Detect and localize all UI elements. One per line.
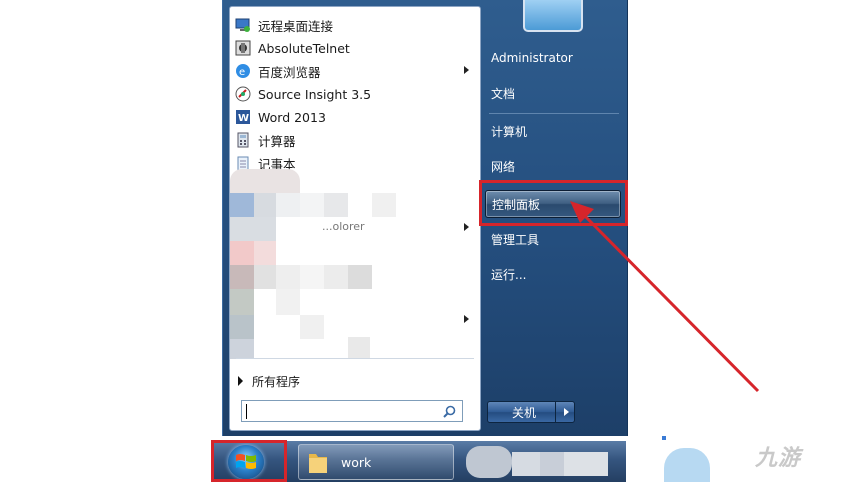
program-remote-desktop[interactable]: 远程桌面连接 — [232, 14, 476, 36]
submenu-arrow-icon[interactable] — [464, 66, 469, 74]
right-item-computer[interactable]: 计算机 — [491, 119, 621, 143]
separator — [489, 113, 619, 114]
annotation-arrow — [570, 201, 760, 393]
all-programs-button[interactable]: 所有程序 — [238, 371, 300, 391]
calculator-icon — [235, 132, 251, 148]
submenu-arrow-icon[interactable] — [464, 223, 469, 231]
source-insight-icon — [235, 86, 251, 102]
separator — [236, 358, 474, 359]
right-item-administrator[interactable]: Administrator — [491, 46, 621, 70]
folder-icon — [309, 454, 327, 473]
arrow-right-icon — [563, 408, 569, 416]
search-icon[interactable] — [443, 405, 456, 418]
decorative-dot — [662, 436, 666, 440]
search-input[interactable] — [241, 400, 463, 422]
word-icon: W — [235, 109, 251, 125]
right-item-network[interactable]: 网络 — [491, 154, 621, 178]
svg-text:W: W — [238, 113, 249, 124]
highlight-box — [211, 440, 287, 482]
program-baidu-browser[interactable]: e 百度浏览器 — [232, 60, 476, 82]
user-picture — [523, 0, 583, 32]
decorative-shape — [664, 448, 710, 482]
program-word-2013[interactable]: W Word 2013 — [232, 106, 476, 128]
program-calculator[interactable]: 计算器 — [232, 129, 476, 151]
taskbar-item-work[interactable]: work — [298, 444, 454, 480]
program-absolutetelnet[interactable]: AbsoluteTelnet — [232, 37, 476, 59]
text-caret — [246, 404, 247, 419]
watermark: 九游 — [755, 446, 802, 471]
svg-text:e: e — [239, 67, 245, 78]
remote-desktop-icon — [235, 17, 251, 33]
baidu-browser-icon: e — [235, 63, 251, 79]
programs-pane: 远程桌面连接 AbsoluteTelnet e 百度浏览器 Source Ins… — [229, 6, 481, 431]
program-source-insight[interactable]: Source Insight 3.5 — [232, 83, 476, 105]
arrow-right-icon — [238, 376, 243, 386]
submenu-arrow-icon[interactable] — [464, 315, 469, 323]
absolutetelnet-icon — [235, 40, 251, 56]
blurred-item-label: ...olorer — [322, 220, 365, 233]
right-item-documents[interactable]: 文档 — [491, 81, 621, 105]
